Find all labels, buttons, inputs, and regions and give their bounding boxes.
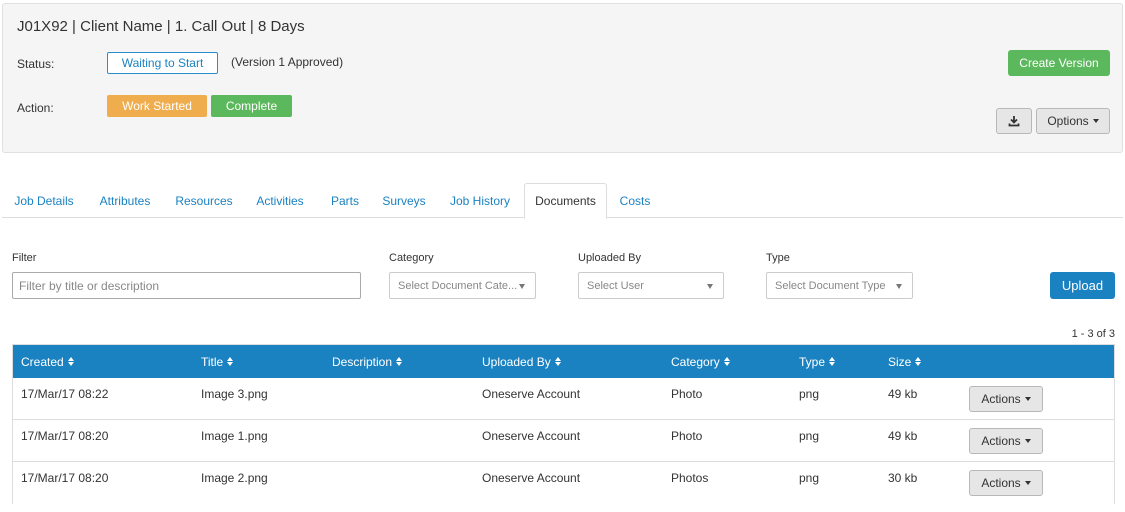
tab-parts[interactable]: Parts xyxy=(318,183,372,218)
column-header-created[interactable]: Created xyxy=(21,345,74,378)
cell-title: Image 1.png xyxy=(201,429,268,443)
options-button[interactable]: Options xyxy=(1036,108,1110,134)
chevron-down-icon xyxy=(1024,481,1031,485)
chevron-down-icon xyxy=(1024,439,1031,443)
type-select[interactable]: Select Document Type xyxy=(766,272,913,299)
cell-category: Photo xyxy=(671,387,703,401)
column-label: Created xyxy=(21,354,64,369)
cell-size: 30 kb xyxy=(888,471,918,485)
type-label: Type xyxy=(766,252,790,264)
sort-icon xyxy=(396,357,403,366)
cell-category: Photo xyxy=(671,429,703,443)
chevron-down-icon xyxy=(1092,119,1099,123)
status-button[interactable]: Waiting to Start xyxy=(107,52,218,74)
tab-attributes[interactable]: Attributes xyxy=(86,183,164,218)
column-label: Description xyxy=(332,354,393,369)
version-note: (Version 1 Approved) xyxy=(231,55,344,69)
tab-job-details[interactable]: Job Details xyxy=(4,183,84,218)
column-label: Size xyxy=(888,354,912,369)
column-label: Title xyxy=(201,354,224,369)
work-started-button[interactable]: Work Started xyxy=(107,95,207,117)
cell-size: 49 kb xyxy=(888,387,918,401)
tab-activities[interactable]: Activities xyxy=(245,183,315,218)
documents-table: Created Title Description Uploaded By Ca… xyxy=(12,344,1115,504)
tab-resources[interactable]: Resources xyxy=(166,183,242,218)
row-actions-button[interactable]: Actions xyxy=(969,470,1043,496)
row-actions-button[interactable]: Actions xyxy=(969,386,1043,412)
category-select-value: Select Document Cate... xyxy=(398,279,518,292)
table-row: 17/Mar/17 08:20 Image 2.png Oneserve Acc… xyxy=(13,462,1114,504)
select-caret-icon xyxy=(896,284,902,289)
select-caret-icon xyxy=(519,284,525,289)
download-button[interactable] xyxy=(996,108,1032,134)
table-row: 17/Mar/17 08:22 Image 3.png Oneserve Acc… xyxy=(13,378,1114,420)
uploaded-by-select-value: Select User xyxy=(587,279,644,292)
upload-button[interactable]: Upload xyxy=(1050,272,1115,299)
tab-surveys[interactable]: Surveys xyxy=(374,183,434,218)
chevron-down-icon xyxy=(1024,397,1031,401)
column-label: Category xyxy=(671,354,720,369)
tab-documents[interactable]: Documents xyxy=(524,183,607,219)
cell-category: Photos xyxy=(671,471,709,485)
job-title: J01X92 | Client Name | 1. Call Out | 8 D… xyxy=(17,18,305,35)
cell-size: 49 kb xyxy=(888,429,918,443)
cell-title: Image 3.png xyxy=(201,387,268,401)
tab-job-history[interactable]: Job History xyxy=(438,183,522,218)
pagination-count: 1 - 3 of 3 xyxy=(1071,328,1115,340)
cell-uploaded-by: Oneserve Account xyxy=(482,429,581,443)
status-label: Status: xyxy=(17,57,55,71)
download-icon xyxy=(1008,116,1020,127)
column-label: Uploaded By xyxy=(482,354,551,369)
create-version-button[interactable]: Create Version xyxy=(1008,50,1110,76)
column-header-description[interactable]: Description xyxy=(332,345,403,378)
tab-costs[interactable]: Costs xyxy=(610,183,660,218)
cell-created: 17/Mar/17 08:22 xyxy=(21,387,109,401)
select-caret-icon xyxy=(707,284,713,289)
cell-title: Image 2.png xyxy=(201,471,268,485)
sort-icon xyxy=(915,357,922,366)
table-row: 17/Mar/17 08:20 Image 1.png Oneserve Acc… xyxy=(13,420,1114,462)
type-select-value: Select Document Type xyxy=(775,279,886,292)
column-header-uploaded-by[interactable]: Uploaded By xyxy=(482,345,561,378)
sort-icon xyxy=(829,357,836,366)
table-header: Created Title Description Uploaded By Ca… xyxy=(13,345,1114,378)
actions-label: Actions xyxy=(981,392,1021,406)
cell-type: png xyxy=(799,429,820,443)
options-label: Options xyxy=(1047,114,1089,128)
filter-input[interactable] xyxy=(12,272,361,299)
action-label: Action: xyxy=(17,101,54,115)
sort-icon xyxy=(723,357,730,366)
category-label: Category xyxy=(389,252,434,264)
actions-label: Actions xyxy=(981,434,1021,448)
column-header-size[interactable]: Size xyxy=(888,345,922,378)
sort-icon xyxy=(554,357,561,366)
cell-type: png xyxy=(799,471,820,485)
job-header-panel: J01X92 | Client Name | 1. Call Out | 8 D… xyxy=(2,3,1123,153)
column-header-type[interactable]: Type xyxy=(799,345,836,378)
cell-uploaded-by: Oneserve Account xyxy=(482,471,581,485)
cell-uploaded-by: Oneserve Account xyxy=(482,387,581,401)
complete-button[interactable]: Complete xyxy=(211,95,292,117)
row-actions-button[interactable]: Actions xyxy=(969,428,1043,454)
column-header-title[interactable]: Title xyxy=(201,345,234,378)
cell-type: png xyxy=(799,387,820,401)
sort-icon xyxy=(227,357,234,366)
category-select[interactable]: Select Document Cate... xyxy=(389,272,536,299)
filter-label: Filter xyxy=(12,252,37,264)
uploaded-by-select[interactable]: Select User xyxy=(578,272,724,299)
cell-created: 17/Mar/17 08:20 xyxy=(21,429,109,443)
column-header-category[interactable]: Category xyxy=(671,345,730,378)
actions-label: Actions xyxy=(981,476,1021,490)
tab-bar: Job Details Attributes Resources Activit… xyxy=(2,183,1123,219)
cell-created: 17/Mar/17 08:20 xyxy=(21,471,109,485)
uploaded-by-label: Uploaded By xyxy=(578,252,641,264)
sort-icon xyxy=(67,357,74,366)
column-label: Type xyxy=(799,354,826,369)
